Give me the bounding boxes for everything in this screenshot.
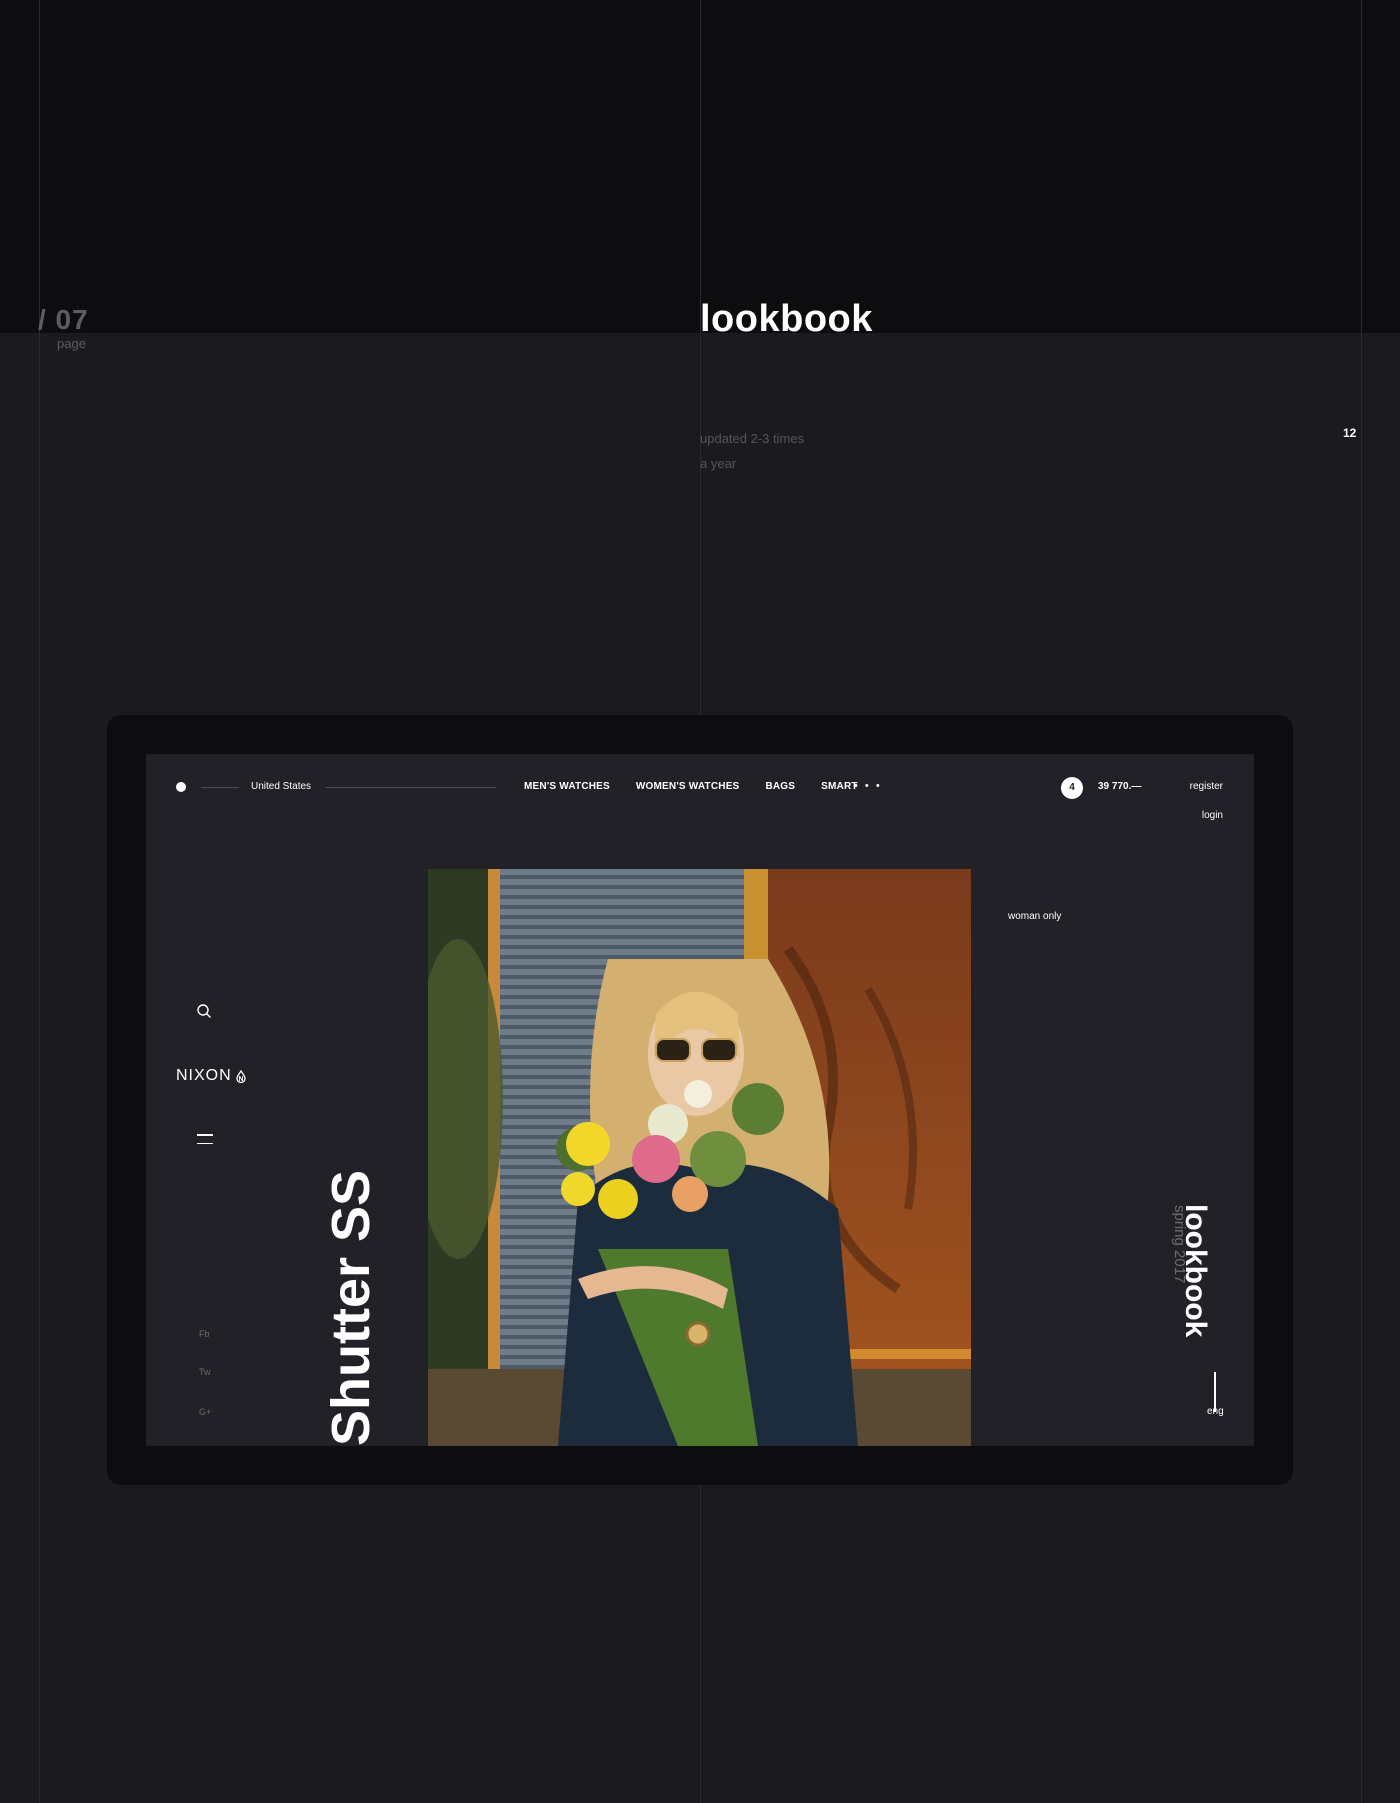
register-link[interactable]: register [1190, 781, 1223, 792]
region-selector[interactable]: United States [251, 781, 311, 792]
lookbook-hero-photo[interactable] [428, 869, 971, 1446]
nav-womens-watches[interactable]: WOMEN'S WATCHES [636, 781, 740, 792]
login-link[interactable]: login [1202, 810, 1223, 821]
social-twitter[interactable]: Tw [199, 1367, 211, 1377]
section-title: lookbook [700, 298, 873, 340]
guide-line-right [1361, 0, 1362, 1803]
brand-name: NIXON [176, 1067, 232, 1084]
update-note-line2: a year [700, 456, 737, 471]
page-label: page [57, 336, 86, 351]
brand-logo[interactable]: NIXON [176, 1067, 246, 1085]
divider [201, 787, 239, 788]
main-nav: MEN'S WATCHES WOMEN'S WATCHES BAGS SMART [524, 781, 858, 792]
nav-bags[interactable]: BAGS [765, 781, 795, 792]
cart-count-badge[interactable]: 4 [1061, 777, 1083, 799]
cart-total[interactable]: 39 770.— [1098, 781, 1141, 792]
more-icon[interactable]: • • • [854, 780, 882, 792]
update-note-line1: updated 2-3 times [700, 431, 805, 446]
social-google-plus[interactable]: G+ [199, 1407, 211, 1417]
menu-icon[interactable] [197, 1134, 213, 1146]
hero-vertical-title: Shutter SS [321, 1169, 381, 1446]
page-number: / 07 [38, 304, 89, 335]
divider [326, 787, 496, 788]
nixon-logo-icon [236, 1069, 246, 1083]
language-switch[interactable]: eng [1207, 1406, 1224, 1417]
update-note: updated 2-3 times a year [700, 426, 900, 476]
guide-line-left [39, 0, 40, 1803]
section-count: 12 [1343, 426, 1357, 440]
audience-tag: woman only [1008, 911, 1062, 922]
nav-mens-watches[interactable]: MEN'S WATCHES [524, 781, 610, 792]
season-label: spring 2017 [1171, 1205, 1188, 1284]
nav-smart[interactable]: SMART [821, 781, 858, 792]
site-screen: United States MEN'S WATCHES WOMEN'S WATC… [146, 754, 1254, 1446]
social-facebook[interactable]: Fb [199, 1329, 210, 1339]
search-icon[interactable] [196, 1003, 212, 1019]
region-dot-icon[interactable] [176, 782, 186, 792]
